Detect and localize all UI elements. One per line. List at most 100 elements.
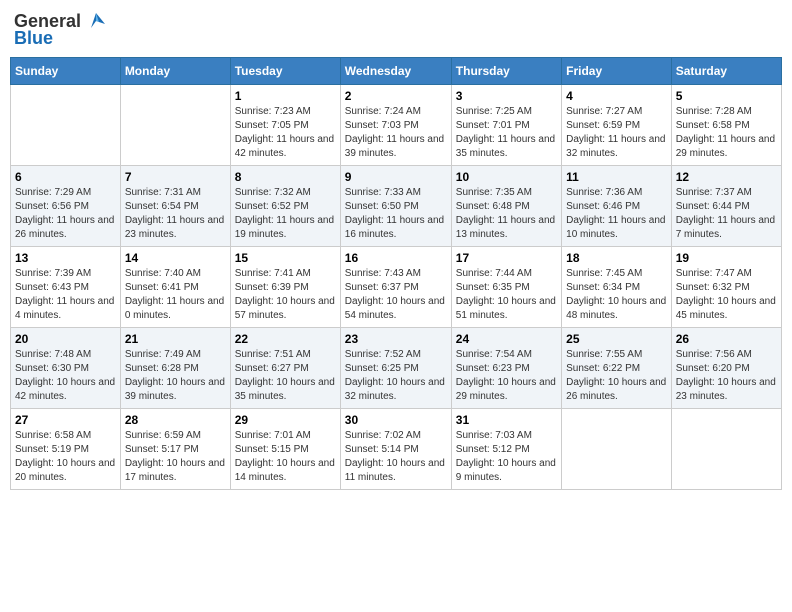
day-info: Sunrise: 7:23 AMSunset: 7:05 PMDaylight:… (235, 105, 336, 161)
day-info: Sunrise: 7:43 AMSunset: 6:37 PMDaylight:… (345, 267, 447, 323)
day-number: 13 (15, 251, 116, 265)
day-number: 10 (456, 170, 557, 184)
day-info: Sunrise: 7:03 AMSunset: 5:12 PMDaylight:… (456, 429, 557, 485)
calendar-cell: 12 Sunrise: 7:37 AMSunset: 6:44 PMDayligh… (671, 166, 781, 247)
day-info: Sunrise: 7:41 AMSunset: 6:39 PMDaylight:… (235, 267, 336, 323)
day-number: 12 (676, 170, 777, 184)
calendar-cell: 10 Sunrise: 7:35 AMSunset: 6:48 PMDayligh… (451, 166, 561, 247)
calendar-cell: 15 Sunrise: 7:41 AMSunset: 6:39 PMDayligh… (230, 247, 340, 328)
day-info: Sunrise: 7:01 AMSunset: 5:15 PMDaylight:… (235, 429, 336, 485)
day-number: 27 (15, 413, 116, 427)
calendar-cell: 4Sunrise: 7:27 AMSunset: 6:59 PMDaylight… (562, 85, 672, 166)
day-info: Sunrise: 7:25 AMSunset: 7:01 PMDaylight:… (456, 105, 557, 161)
day-number: 25 (566, 332, 667, 346)
weekday-header-tuesday: Tuesday (230, 58, 340, 85)
calendar-cell: 17 Sunrise: 7:44 AMSunset: 6:35 PMDayligh… (451, 247, 561, 328)
day-info: Sunrise: 7:35 AMSunset: 6:48 PMDaylight:… (456, 186, 557, 242)
weekday-header-monday: Monday (120, 58, 230, 85)
day-info: Sunrise: 7:31 AMSunset: 6:54 PMDaylight:… (125, 186, 226, 242)
calendar-cell: 14 Sunrise: 7:40 AMSunset: 6:41 PMDayligh… (120, 247, 230, 328)
day-info: Sunrise: 7:33 AMSunset: 6:50 PMDaylight:… (345, 186, 447, 242)
calendar-cell: 11 Sunrise: 7:36 AMSunset: 6:46 PMDayligh… (562, 166, 672, 247)
day-number: 18 (566, 251, 667, 265)
day-number: 20 (15, 332, 116, 346)
day-info: Sunrise: 7:54 AMSunset: 6:23 PMDaylight:… (456, 348, 557, 404)
day-number: 14 (125, 251, 226, 265)
calendar-cell: 20 Sunrise: 7:48 AMSunset: 6:30 PMDayligh… (11, 328, 121, 409)
calendar-cell: 5 Sunrise: 7:28 AMSunset: 6:58 PMDaylight… (671, 85, 781, 166)
day-number: 3 (456, 89, 557, 103)
calendar-cell: 24 Sunrise: 7:54 AMSunset: 6:23 PMDayligh… (451, 328, 561, 409)
calendar-cell: 29Sunrise: 7:01 AMSunset: 5:15 PMDayligh… (230, 409, 340, 490)
day-number: 15 (235, 251, 336, 265)
weekday-header-wednesday: Wednesday (340, 58, 451, 85)
calendar-cell: 28Sunrise: 6:59 AMSunset: 5:17 PMDayligh… (120, 409, 230, 490)
day-number: 30 (345, 413, 447, 427)
calendar-cell: 18 Sunrise: 7:45 AMSunset: 6:34 PMDayligh… (562, 247, 672, 328)
calendar-cell: 19Sunrise: 7:47 AMSunset: 6:32 PMDayligh… (671, 247, 781, 328)
day-number: 5 (676, 89, 777, 103)
day-info: Sunrise: 7:44 AMSunset: 6:35 PMDaylight:… (456, 267, 557, 323)
day-info: Sunrise: 7:36 AMSunset: 6:46 PMDaylight:… (566, 186, 667, 242)
day-info: Sunrise: 6:59 AMSunset: 5:17 PMDaylight:… (125, 429, 226, 485)
weekday-header-thursday: Thursday (451, 58, 561, 85)
calendar-cell (120, 85, 230, 166)
day-number: 31 (456, 413, 557, 427)
day-info: Sunrise: 7:02 AMSunset: 5:14 PMDaylight:… (345, 429, 447, 485)
day-info: Sunrise: 7:45 AMSunset: 6:34 PMDaylight:… (566, 267, 667, 323)
day-info: Sunrise: 7:24 AMSunset: 7:03 PMDaylight:… (345, 105, 447, 161)
day-number: 22 (235, 332, 336, 346)
day-number: 2 (345, 89, 447, 103)
day-number: 1 (235, 89, 336, 103)
calendar-cell: 26 Sunrise: 7:56 AMSunset: 6:20 PMDayligh… (671, 328, 781, 409)
calendar-cell: 30 Sunrise: 7:02 AMSunset: 5:14 PMDayligh… (340, 409, 451, 490)
logo-bird-icon (85, 10, 107, 32)
calendar-cell: 21 Sunrise: 7:49 AMSunset: 6:28 PMDayligh… (120, 328, 230, 409)
day-info: Sunrise: 7:40 AMSunset: 6:41 PMDaylight:… (125, 267, 226, 323)
day-number: 4 (566, 89, 667, 103)
day-number: 19 (676, 251, 777, 265)
day-info: Sunrise: 7:49 AMSunset: 6:28 PMDaylight:… (125, 348, 226, 404)
calendar-cell: 1 Sunrise: 7:23 AMSunset: 7:05 PMDaylight… (230, 85, 340, 166)
day-info: Sunrise: 7:32 AMSunset: 6:52 PMDaylight:… (235, 186, 336, 242)
day-info: Sunrise: 6:58 AMSunset: 5:19 PMDaylight:… (15, 429, 116, 485)
day-number: 17 (456, 251, 557, 265)
calendar-cell: 2 Sunrise: 7:24 AMSunset: 7:03 PMDaylight… (340, 85, 451, 166)
calendar-cell: 7Sunrise: 7:31 AMSunset: 6:54 PMDaylight… (120, 166, 230, 247)
calendar-cell: 27 Sunrise: 6:58 AMSunset: 5:19 PMDayligh… (11, 409, 121, 490)
day-info: Sunrise: 7:37 AMSunset: 6:44 PMDaylight:… (676, 186, 777, 242)
calendar-cell: 13 Sunrise: 7:39 AMSunset: 6:43 PMDayligh… (11, 247, 121, 328)
calendar-cell: 25 Sunrise: 7:55 AMSunset: 6:22 PMDayligh… (562, 328, 672, 409)
day-info: Sunrise: 7:52 AMSunset: 6:25 PMDaylight:… (345, 348, 447, 404)
day-number: 24 (456, 332, 557, 346)
calendar-cell: 22 Sunrise: 7:51 AMSunset: 6:27 PMDayligh… (230, 328, 340, 409)
weekday-header-saturday: Saturday (671, 58, 781, 85)
calendar-table: SundayMondayTuesdayWednesdayThursdayFrid… (10, 57, 782, 490)
day-info: Sunrise: 7:39 AMSunset: 6:43 PMDaylight:… (15, 267, 116, 323)
day-info: Sunrise: 7:55 AMSunset: 6:22 PMDaylight:… (566, 348, 667, 404)
calendar-cell (11, 85, 121, 166)
calendar-cell: 31 Sunrise: 7:03 AMSunset: 5:12 PMDayligh… (451, 409, 561, 490)
calendar-cell: 8 Sunrise: 7:32 AMSunset: 6:52 PMDaylight… (230, 166, 340, 247)
calendar-cell: 16Sunrise: 7:43 AMSunset: 6:37 PMDayligh… (340, 247, 451, 328)
day-info: Sunrise: 7:28 AMSunset: 6:58 PMDaylight:… (676, 105, 777, 161)
day-info: Sunrise: 7:51 AMSunset: 6:27 PMDaylight:… (235, 348, 336, 404)
day-number: 26 (676, 332, 777, 346)
calendar-cell: 6Sunrise: 7:29 AMSunset: 6:56 PMDaylight… (11, 166, 121, 247)
day-number: 11 (566, 170, 667, 184)
logo: General Blue (14, 10, 107, 49)
weekday-header-sunday: Sunday (11, 58, 121, 85)
day-number: 9 (345, 170, 447, 184)
day-info: Sunrise: 7:56 AMSunset: 6:20 PMDaylight:… (676, 348, 777, 404)
weekday-header-friday: Friday (562, 58, 672, 85)
day-info: Sunrise: 7:48 AMSunset: 6:30 PMDaylight:… (15, 348, 116, 404)
calendar-cell (671, 409, 781, 490)
day-number: 8 (235, 170, 336, 184)
calendar-cell (562, 409, 672, 490)
day-number: 23 (345, 332, 447, 346)
day-number: 21 (125, 332, 226, 346)
calendar-cell: 9 Sunrise: 7:33 AMSunset: 6:50 PMDaylight… (340, 166, 451, 247)
logo-blue-text: Blue (14, 28, 53, 49)
day-number: 6 (15, 170, 116, 184)
calendar-cell: 3 Sunrise: 7:25 AMSunset: 7:01 PMDaylight… (451, 85, 561, 166)
